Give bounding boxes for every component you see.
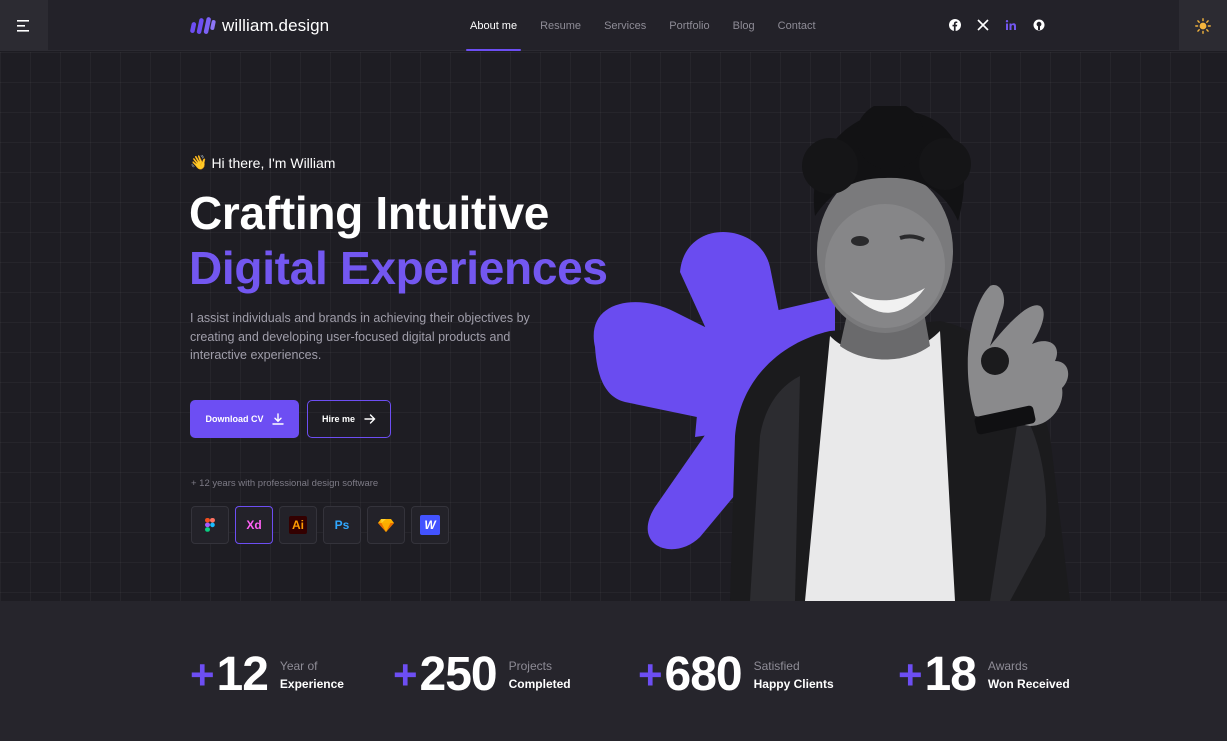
stat-label: Year of Experience bbox=[280, 659, 344, 691]
greeting-text: Hi there, I'm William bbox=[211, 154, 336, 171]
webflow-icon: W bbox=[420, 515, 440, 535]
stat-plus: + bbox=[638, 651, 663, 698]
logo-mark-icon bbox=[190, 17, 216, 34]
stat-projects: + 250 Projects Completed bbox=[393, 651, 571, 699]
sun-icon bbox=[1195, 17, 1211, 34]
stat-number: 680 bbox=[664, 648, 743, 701]
nav-item-contact[interactable]: Contact bbox=[778, 0, 816, 51]
stat-label-line-1: Year of bbox=[279, 659, 318, 673]
stat-awards: + 18 Awards Won Received bbox=[898, 651, 1070, 699]
design-tools-list: Xd Ai Ps W bbox=[191, 506, 449, 544]
nav-item-portfolio[interactable]: Portfolio bbox=[669, 0, 709, 51]
stat-experience: + 12 Year of Experience bbox=[190, 651, 344, 699]
stat-plus: + bbox=[190, 651, 215, 698]
nav-item-blog[interactable]: Blog bbox=[733, 0, 755, 51]
figma-icon[interactable] bbox=[191, 506, 229, 544]
hire-me-label: Hire me bbox=[321, 414, 356, 424]
stat-number: 12 bbox=[216, 648, 269, 701]
linkedin-icon[interactable] bbox=[1004, 18, 1018, 32]
stat-label-line-1: Satisfied bbox=[753, 659, 800, 673]
adobe-photoshop-tool[interactable]: Ps bbox=[323, 506, 361, 544]
stat-label-line-1: Projects bbox=[508, 659, 552, 673]
download-cv-button[interactable]: Download CV bbox=[190, 400, 299, 438]
download-icon bbox=[271, 413, 284, 425]
greeting: 👋 Hi there, I'm William bbox=[190, 154, 335, 171]
menu-button[interactable] bbox=[0, 0, 48, 51]
stat-label-line-2: Won Received bbox=[987, 677, 1070, 691]
theme-toggle-button[interactable] bbox=[1179, 0, 1227, 51]
github-icon[interactable] bbox=[1032, 18, 1046, 32]
hero-section: 👋 Hi there, I'm William Crafting Intuiti… bbox=[0, 52, 1227, 601]
stat-label-line-2: Completed bbox=[508, 677, 571, 691]
nav-item-services[interactable]: Services bbox=[604, 0, 646, 51]
stat-label: Projects Completed bbox=[509, 659, 571, 691]
adobe-xd-icon: Xd bbox=[246, 518, 262, 532]
headline-line-2: Digital Experiences bbox=[189, 242, 608, 294]
hire-me-button[interactable]: Hire me bbox=[307, 400, 391, 438]
sketch-icon bbox=[378, 519, 394, 532]
main-nav: About me Resume Services Portfolio Blog … bbox=[465, 0, 839, 51]
stat-label: Awards Won Received bbox=[988, 659, 1070, 691]
webflow-tool[interactable]: W bbox=[411, 506, 449, 544]
adobe-photoshop-icon: Ps bbox=[334, 518, 350, 532]
x-icon[interactable] bbox=[976, 18, 990, 32]
stat-label-line-2: Experience bbox=[279, 677, 344, 691]
stat-label: Satisfied Happy Clients bbox=[754, 659, 834, 691]
stat-clients: + 680 Satisfied Happy Clients bbox=[638, 651, 834, 699]
adobe-xd-tool[interactable]: Xd bbox=[235, 506, 273, 544]
download-cv-label: Download CV bbox=[205, 414, 264, 424]
headline-line-1: Crafting Intuitive bbox=[189, 187, 550, 239]
nav-item-resume[interactable]: Resume bbox=[540, 0, 581, 51]
hamburger-icon bbox=[17, 19, 29, 32]
stat-label-line-1: Awards bbox=[987, 659, 1028, 673]
adobe-illustrator-icon: Ai bbox=[289, 516, 307, 534]
stat-plus: + bbox=[898, 651, 923, 698]
social-links bbox=[948, 18, 1046, 32]
facebook-icon[interactable] bbox=[948, 18, 962, 32]
logo-text: william.design bbox=[222, 16, 330, 35]
site-header: william.design About me Resume Services … bbox=[0, 0, 1227, 51]
stat-number: 250 bbox=[419, 648, 498, 701]
arrow-right-icon bbox=[364, 414, 376, 424]
nav-item-about[interactable]: About me bbox=[465, 0, 522, 51]
stats-section: + 12 Year of Experience + 250 Projects C… bbox=[0, 601, 1227, 741]
intro-text: I assist individuals and brands in achie… bbox=[190, 311, 530, 362]
stat-label-line-2: Happy Clients bbox=[753, 677, 834, 691]
site-logo[interactable]: william.design bbox=[190, 14, 329, 38]
portrait-photo bbox=[730, 106, 1070, 601]
sketch-tool[interactable] bbox=[367, 506, 405, 544]
stat-plus: + bbox=[393, 651, 418, 698]
software-note: + 12 years with professional design soft… bbox=[191, 478, 379, 489]
stat-number: 18 bbox=[924, 648, 977, 701]
waving-hand-icon: 👋 bbox=[190, 154, 208, 170]
adobe-illustrator-tool[interactable]: Ai bbox=[279, 506, 317, 544]
